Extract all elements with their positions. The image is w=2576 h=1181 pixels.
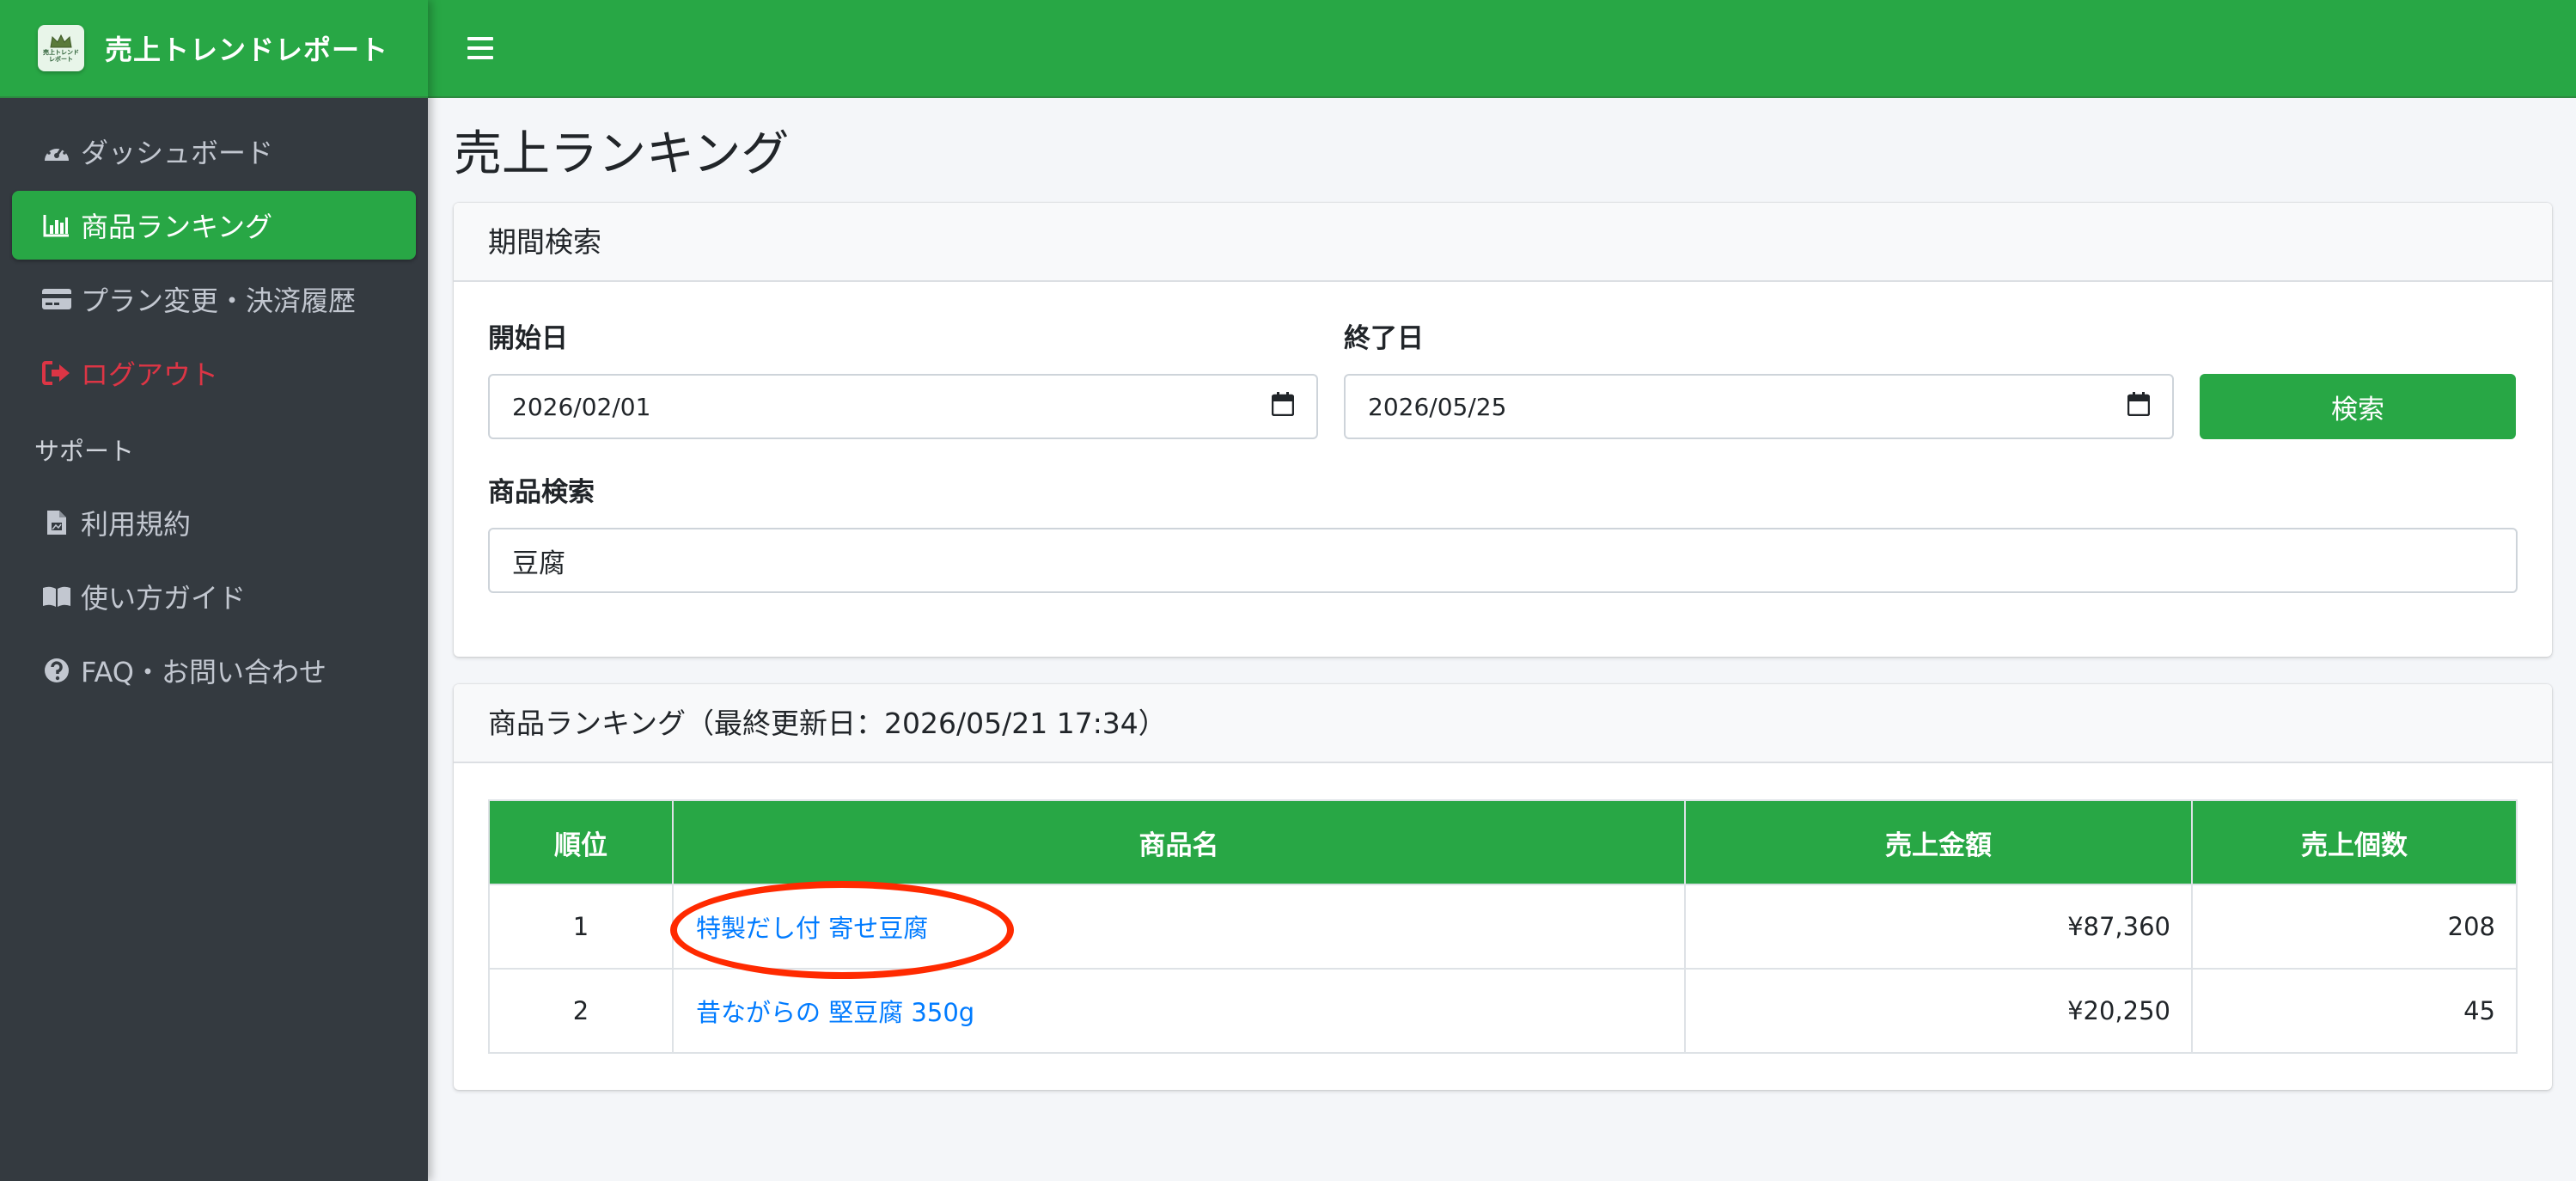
tachometer-icon [40,134,74,168]
top-navbar [428,0,2576,98]
sidebar-item-terms[interactable]: 利用規約 [12,488,416,557]
sidebar-item-product-ranking[interactable]: 商品ランキング [12,191,416,260]
sidebar-item-guide[interactable]: 使い方ガイド [12,562,416,631]
end-date-input[interactable]: 2026/05/25 [1344,374,2174,439]
column-header-product: 商品名 [672,799,1686,885]
count-cell: 45 [2191,968,2518,1054]
brand-title: 売上トレンドレポート [105,34,389,66]
rank-cell: 1 [488,884,674,970]
calendar-icon[interactable] [2127,391,2151,422]
logo-text-1: 売上トレンド [43,49,79,56]
brand-logo: 売上トレンド レポート [38,25,84,71]
ranking-card: 商品ランキング（最終更新日：2026/05/21 17:34） 順位 商品名 売… [454,684,2552,1090]
table-row: 2 昔ながらの 堅豆腐 350g ¥20,250 45 [488,968,2518,1054]
book-icon [40,579,74,614]
search-card: 期間検索 開始日 2026/02/01 終了日 2026/05/25 検索 商品… [454,203,2552,657]
product-name-cell: 特製だし付 寄せ豆腐 [670,881,1686,979]
sidebar-nav: ダッシュボード 商品ランキング プラン変更・決済履歴 ログアウト サポート 利用… [0,98,428,705]
column-header-amount: 売上金額 [1684,799,2193,885]
sidebar-item-faq[interactable]: FAQ・お問い合わせ [12,636,416,705]
sidebar-item-logout[interactable]: ログアウト [12,339,416,407]
ranking-card-body: 順位 商品名 売上金額 売上個数 1 特製だし付 寄せ豆腐 ¥87,360 20… [454,763,2552,1090]
date-row: 開始日 2026/02/01 終了日 2026/05/25 検索 [488,316,2518,439]
product-name-wrap: 特製だし付 寄せ豆腐 [670,881,1014,979]
search-button[interactable]: 検索 [2200,374,2516,439]
menu-toggle-icon[interactable] [467,37,493,59]
page-title: 売上ランキング [454,126,790,182]
product-name-cell: 昔ながらの 堅豆腐 350g [672,968,1686,1054]
start-date-field: 開始日 2026/02/01 [488,316,1318,439]
sign-out-icon [40,356,74,390]
start-date-input[interactable]: 2026/02/01 [488,374,1318,439]
logo-text-2: レポート [49,56,73,63]
product-search-field: 商品検索 豆腐 [488,470,2518,593]
sidebar-item-label: プラン変更・決済履歴 [81,285,357,317]
main-content: 売上ランキング 期間検索 開始日 2026/02/01 終了日 2026/05/… [428,100,2576,1181]
sidebar-item-label: 商品ランキング [81,211,273,243]
sidebar-item-label: 使い方ガイド [81,582,247,615]
amount-cell: ¥20,250 [1684,968,2193,1054]
sidebar-item-label: 利用規約 [81,508,192,541]
amount-cell: ¥87,360 [1684,884,2193,970]
bar-chart-icon [40,208,74,242]
ranking-table: 順位 商品名 売上金額 売上個数 1 特製だし付 寄せ豆腐 ¥87,360 20… [488,799,2518,1054]
brand-link[interactable]: 売上トレンド レポート 売上トレンドレポート [0,0,428,98]
product-search-label: 商品検索 [488,477,595,508]
sidebar-item-label: FAQ・お問い合わせ [81,656,327,688]
credit-card-icon [40,282,74,316]
count-cell: 208 [2191,884,2518,970]
search-card-header: 期間検索 [454,203,2552,282]
sidebar: 売上トレンド レポート 売上トレンドレポート ダッシュボード 商品ランキング プ… [0,0,428,1181]
sidebar-item-plan-billing[interactable]: プラン変更・決済履歴 [12,265,416,333]
sidebar-item-label: ログアウト [81,358,219,391]
calendar-icon[interactable] [1271,391,1295,422]
end-date-field: 終了日 2026/05/25 [1344,316,2174,439]
product-link[interactable]: 特製だし付 寄せ豆腐 [696,914,928,943]
question-circle-icon [40,653,74,688]
crown-icon [50,34,72,48]
start-date-value: 2026/02/01 [512,392,651,421]
document-icon [40,505,74,540]
end-date-value: 2026/05/25 [1368,392,1507,421]
column-header-rank: 順位 [488,799,674,885]
start-date-label: 開始日 [488,323,568,354]
product-link[interactable]: 昔ながらの 堅豆腐 350g [696,998,974,1027]
support-header: サポート [34,437,135,466]
table-row: 1 特製だし付 寄せ豆腐 ¥87,360 208 [488,881,2518,979]
rank-cell: 2 [488,968,674,1054]
table-header-row: 順位 商品名 売上金額 売上個数 [488,799,2518,885]
column-header-count: 売上個数 [2191,799,2518,885]
end-date-label: 終了日 [1344,323,1424,354]
product-search-input[interactable]: 豆腐 [488,528,2518,593]
sidebar-item-label: ダッシュボード [81,137,274,169]
sidebar-item-dashboard[interactable]: ダッシュボード [12,117,416,186]
ranking-card-header: 商品ランキング（最終更新日：2026/05/21 17:34） [454,684,2552,763]
search-card-body: 開始日 2026/02/01 終了日 2026/05/25 検索 商品検索 豆腐 [454,282,2552,657]
